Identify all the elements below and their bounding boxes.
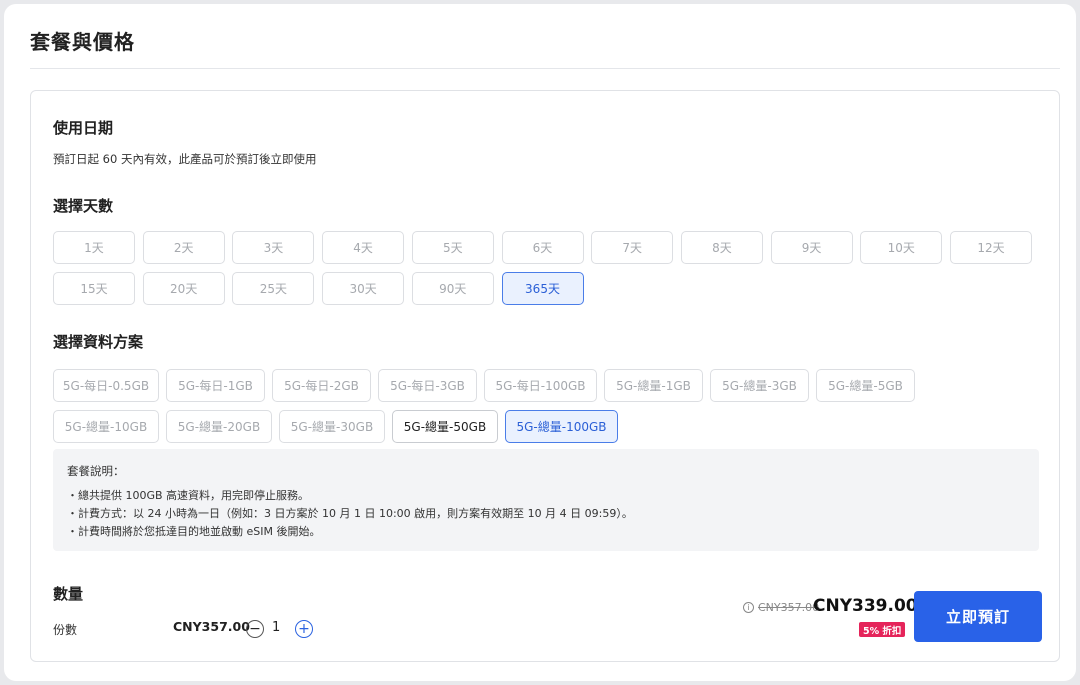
page-title: 套餐與價格 (30, 30, 135, 54)
original-price-value: CNY357.00 (758, 601, 820, 614)
day-option[interactable]: 20天 (142, 272, 225, 305)
plan-notes: 套餐說明： ・總共提供 100GB 高速資料，用完即停止服務。 ・計費方式：以 … (53, 449, 1039, 551)
book-now-button[interactable]: 立即預訂 (914, 591, 1042, 642)
day-option[interactable]: 4天 (322, 231, 405, 264)
day-option[interactable]: 7天 (591, 231, 674, 264)
plan-option[interactable]: 5G-每日-3GB (378, 369, 477, 402)
plan-option[interactable]: 5G-每日-1GB (166, 369, 265, 402)
days-title: 選擇天數 (53, 197, 114, 215)
plan-option[interactable]: 5G-總量-3GB (710, 369, 809, 402)
day-option[interactable]: 2天 (142, 231, 225, 264)
plan-option[interactable]: 5G-每日-2GB (272, 369, 371, 402)
plan-option[interactable]: 5G-每日-100GB (484, 369, 597, 402)
usage-title: 使用日期 (53, 119, 114, 137)
plan-option[interactable]: 5G-總量-50GB (392, 410, 498, 443)
plan-option[interactable]: 5G-總量-5GB (816, 369, 915, 402)
plans-title: 選擇資料方案 (53, 333, 144, 351)
plan-option[interactable]: 5G-總量-10GB (53, 410, 159, 443)
unit-price: CNY357.00 (173, 619, 250, 634)
info-icon[interactable]: i (743, 602, 754, 613)
day-option[interactable]: 25天 (232, 272, 315, 305)
day-option[interactable]: 10天 (860, 231, 943, 264)
notes-line: ・計費方式：以 24 小時為一日（例如：3 日方案於 10 月 1 日 10:0… (67, 507, 633, 520)
notes-title: 套餐說明： (67, 464, 125, 478)
discount-badge: 5% 折扣 (859, 622, 906, 637)
day-option[interactable]: 3天 (232, 231, 315, 264)
day-option[interactable]: 9天 (770, 231, 853, 264)
divider (30, 68, 1060, 69)
plan-option[interactable]: 5G-總量-1GB (604, 369, 703, 402)
quantity-value: 1 (272, 620, 281, 635)
notes-line: ・總共提供 100GB 高速資料，用完即停止服務。 (67, 489, 310, 502)
day-option[interactable]: 30天 (322, 272, 405, 305)
package-card: 使用日期 預訂日起 60 天內有效，此產品可於預訂後立即使用 選擇天數 1天 2天… (30, 90, 1060, 662)
plan-option[interactable]: 5G-總量-30GB (279, 410, 385, 443)
minus-circle-icon[interactable]: − (246, 620, 264, 638)
final-price: CNY339.00 (813, 596, 918, 616)
day-option[interactable]: 6天 (501, 231, 584, 264)
plus-circle-icon[interactable]: + (295, 620, 313, 638)
day-option[interactable]: 1天 (53, 231, 135, 264)
day-option[interactable]: 365天 (501, 272, 584, 305)
main-panel: 套餐與價格 使用日期 預訂日起 60 天內有效，此產品可於預訂後立即使用 選擇天… (4, 4, 1076, 681)
original-price: i CNY357.00 (743, 601, 819, 614)
plan-option[interactable]: 5G-每日-0.5GB (53, 369, 159, 402)
quantity-title: 數量 (53, 585, 84, 603)
plan-option[interactable]: 5G-總量-100GB (505, 410, 618, 443)
quantity-label: 份數 (53, 623, 78, 637)
usage-desc: 預訂日起 60 天內有效，此產品可於預訂後立即使用 (53, 152, 317, 166)
day-option[interactable]: 5天 (411, 231, 494, 264)
day-option[interactable]: 8天 (680, 231, 763, 264)
day-option[interactable]: 12天 (950, 231, 1032, 264)
day-option[interactable]: 15天 (53, 272, 135, 305)
plan-option[interactable]: 5G-總量-20GB (166, 410, 272, 443)
notes-line: ・計費時間將於您抵達目的地並啟動 eSIM 後開始。 (67, 525, 321, 538)
day-option[interactable]: 90天 (411, 272, 494, 305)
